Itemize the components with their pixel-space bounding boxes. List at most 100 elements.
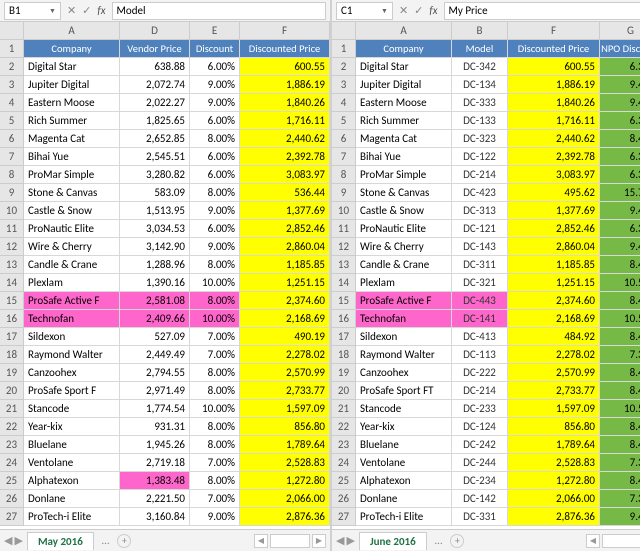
discounted-price-cell[interactable]: 1,597.09 — [508, 400, 600, 418]
discounted-price-cell[interactable]: 2,860.04 — [508, 238, 600, 256]
discounted-price-cell[interactable]: 1,272.80 — [240, 472, 330, 490]
company-cell[interactable]: Eastern Moose — [24, 94, 120, 112]
cancel-icon[interactable]: ✕ — [67, 4, 76, 17]
vendor-price-cell[interactable]: 1,383.48 — [120, 472, 190, 490]
company-cell[interactable]: Plexlam — [24, 274, 120, 292]
col-header[interactable]: B — [452, 22, 508, 40]
company-cell[interactable]: Candle & Crane — [356, 256, 452, 274]
discounted-price-cell[interactable]: 1,789.64 — [240, 436, 330, 454]
company-cell[interactable]: ProSafe Sport FT — [356, 382, 452, 400]
discount-cell[interactable]: 8.00% — [190, 130, 240, 148]
discounted-price-cell[interactable]: 2,066.00 — [508, 490, 600, 508]
discounted-price-cell[interactable]: 490.19 — [240, 328, 330, 346]
company-cell[interactable]: Donlane — [356, 490, 452, 508]
company-cell[interactable]: Ventolane — [24, 454, 120, 472]
row-header[interactable]: 12 — [0, 238, 24, 256]
model-cell[interactable]: DC-141 — [452, 310, 508, 328]
row-header[interactable]: 24 — [332, 454, 356, 472]
row-header[interactable]: 19 — [332, 364, 356, 382]
model-cell[interactable]: DC-413 — [452, 328, 508, 346]
vendor-price-cell[interactable]: 2,581.08 — [120, 292, 190, 310]
vendor-price-cell[interactable]: 2,719.18 — [120, 454, 190, 472]
company-cell[interactable]: Castle & Snow — [24, 202, 120, 220]
company-cell[interactable]: ProSafe Sport F — [24, 382, 120, 400]
accept-icon[interactable]: ✓ — [82, 4, 91, 17]
row-header[interactable]: 6 — [332, 130, 356, 148]
company-cell[interactable]: Digital Star — [356, 58, 452, 76]
row-header[interactable]: 2 — [0, 58, 24, 76]
model-cell[interactable]: DC-234 — [452, 472, 508, 490]
col-header[interactable]: E — [190, 22, 240, 40]
discounted-price-cell[interactable]: 1,377.69 — [240, 202, 330, 220]
row-header[interactable]: 21 — [332, 400, 356, 418]
vendor-price-cell[interactable]: 1,945.26 — [120, 436, 190, 454]
npo-discount-cell[interactable]: 7.35% — [600, 454, 640, 472]
discounted-price-cell[interactable]: 2,876.36 — [240, 508, 330, 526]
model-cell[interactable]: DC-342 — [452, 58, 508, 76]
table-header-cell[interactable]: Company — [24, 40, 120, 58]
row-header[interactable]: 8 — [0, 166, 24, 184]
discount-cell[interactable]: 7.00% — [190, 454, 240, 472]
scroll-right-icon[interactable]: ▶ — [312, 534, 326, 548]
row-header[interactable]: 14 — [332, 274, 356, 292]
company-cell[interactable]: Year-kix — [356, 418, 452, 436]
row-header[interactable]: 14 — [0, 274, 24, 292]
row-header[interactable]: 1 — [0, 40, 24, 58]
discount-cell[interactable]: 8.00% — [190, 382, 240, 400]
discounted-price-cell[interactable]: 856.80 — [240, 418, 330, 436]
row-header[interactable]: 16 — [332, 310, 356, 328]
discounted-price-cell[interactable]: 1,789.64 — [508, 436, 600, 454]
vendor-price-cell[interactable]: 2,221.50 — [120, 490, 190, 508]
table-header-cell[interactable]: Vendor Price — [120, 40, 190, 58]
model-cell[interactable]: DC-333 — [452, 94, 508, 112]
row-header[interactable]: 4 — [332, 94, 356, 112]
company-cell[interactable]: ProSafe Active F — [24, 292, 120, 310]
discount-cell[interactable]: 8.00% — [190, 184, 240, 202]
npo-discount-cell[interactable]: 6.30% — [600, 58, 640, 76]
row-header[interactable]: 1 — [332, 40, 356, 58]
discounted-price-cell[interactable]: 600.55 — [508, 58, 600, 76]
discount-cell[interactable]: 6.00% — [190, 166, 240, 184]
npo-discount-cell[interactable]: 8.40% — [600, 328, 640, 346]
row-header[interactable]: 27 — [0, 508, 24, 526]
company-cell[interactable]: Stone & Canvas — [24, 184, 120, 202]
vendor-price-cell[interactable]: 2,072.74 — [120, 76, 190, 94]
tab-next-icon[interactable]: ▶ — [346, 534, 354, 547]
company-cell[interactable]: Bihai Yue — [24, 148, 120, 166]
discounted-price-cell[interactable]: 3,083.97 — [240, 166, 330, 184]
discount-cell[interactable]: 9.00% — [190, 238, 240, 256]
npo-discount-cell[interactable]: 7.35% — [600, 490, 640, 508]
npo-discount-cell[interactable]: 8.40% — [600, 364, 640, 382]
npo-discount-cell[interactable]: 10.50% — [600, 274, 640, 292]
sheet-tab-active[interactable]: May 2016 — [27, 532, 94, 550]
row-header[interactable]: 4 — [0, 94, 24, 112]
discounted-price-cell[interactable]: 2,374.60 — [508, 292, 600, 310]
vendor-price-cell[interactable]: 583.09 — [120, 184, 190, 202]
row-header[interactable]: 3 — [332, 76, 356, 94]
company-cell[interactable]: Alphatexon — [356, 472, 452, 490]
company-cell[interactable]: Sildexon — [24, 328, 120, 346]
company-cell[interactable]: Bluelane — [24, 436, 120, 454]
row-header[interactable]: 7 — [332, 148, 356, 166]
npo-discount-cell[interactable]: 6.30% — [600, 220, 640, 238]
tab-overflow[interactable]: … — [98, 534, 114, 547]
row-header[interactable]: 25 — [332, 472, 356, 490]
company-cell[interactable]: Castle & Snow — [356, 202, 452, 220]
fx-icon[interactable]: fx — [97, 4, 105, 17]
tab-prev-icon[interactable]: ◀ — [4, 534, 12, 547]
discount-cell[interactable]: 9.00% — [190, 94, 240, 112]
new-sheet-button[interactable]: + — [117, 534, 131, 548]
model-cell[interactable]: DC-214 — [452, 166, 508, 184]
discounted-price-cell[interactable]: 2,374.60 — [240, 292, 330, 310]
row-header[interactable]: 2 — [332, 58, 356, 76]
company-cell[interactable]: Wire & Cherry — [24, 238, 120, 256]
vendor-price-cell[interactable]: 2,409.66 — [120, 310, 190, 328]
formula-input[interactable]: Model — [112, 2, 327, 20]
row-header[interactable]: 16 — [0, 310, 24, 328]
vendor-price-cell[interactable]: 638.88 — [120, 58, 190, 76]
discounted-price-cell[interactable]: 600.55 — [240, 58, 330, 76]
discounted-price-cell[interactable]: 2,392.78 — [508, 148, 600, 166]
row-header[interactable]: 26 — [0, 490, 24, 508]
row-header[interactable]: 27 — [332, 508, 356, 526]
tab-next-icon[interactable]: ▶ — [14, 534, 22, 547]
